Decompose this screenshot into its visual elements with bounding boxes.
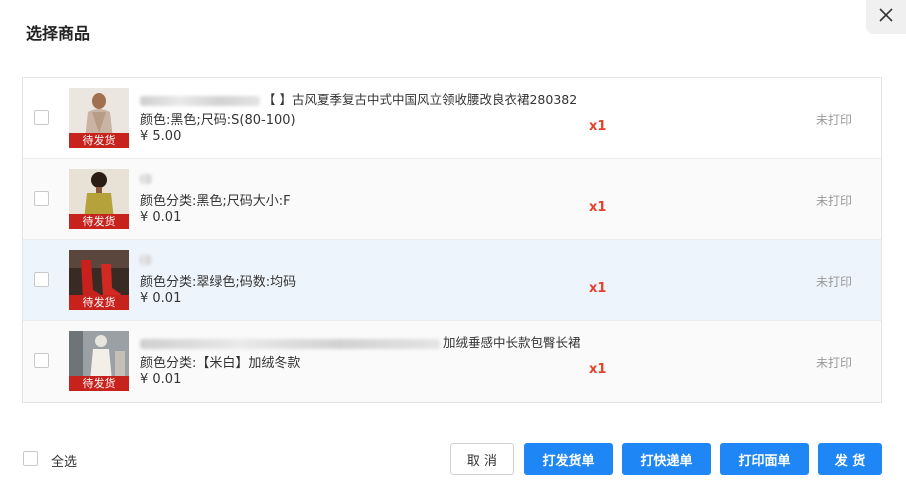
select-products-dialog: 选择商品 待发货 【 】古风夏季复古中式中国风立领收腰改良衣裙280382 颜色… [0,0,906,497]
product-price: ¥ 5.00 [140,129,182,144]
print-status: 未打印 [816,113,853,127]
product-row[interactable]: 待发货 【 】古风夏季复古中式中国风立领收腰改良衣裙280382 颜色:黑色;尺… [23,78,881,159]
product-name: 加绒垂感中长款包臀长裙 [140,332,581,351]
row-checkbox[interactable] [34,353,49,368]
product-name-text: 加绒垂感中长款包臀长裙 [443,335,581,350]
select-all-checkbox[interactable] [23,451,38,466]
close-icon [878,7,894,27]
print-status: 未打印 [816,356,853,370]
product-row[interactable]: 待发货 加绒垂感中长款包臀长裙 颜色分类:【米白】加绒冬款 ¥ 0.01 x1 … [23,321,881,402]
product-image: 待发货 [69,250,129,310]
product-spec: 颜色分类:黑色;尺码大小:F [140,194,291,209]
pending-ship-badge: 待发货 [69,376,129,391]
product-qty: x1 [589,119,607,134]
product-list: 待发货 【 】古风夏季复古中式中国风立领收腰改良衣裙280382 颜色:黑色;尺… [22,77,882,403]
product-name: 【 】古风夏季复古中式中国风立领收腰改良衣裙280382 [140,89,577,108]
print-status: 未打印 [816,275,853,289]
redacted-text [140,338,440,349]
product-name [140,170,155,185]
product-spec: 颜色:黑色;尺码:S(80-100) [140,113,296,128]
product-name [140,251,155,266]
dialog-title: 选择商品 [26,24,91,43]
product-image: 待发货 [69,331,129,391]
row-checkbox[interactable] [34,110,49,125]
print-waybill-button[interactable]: 打印面单 [720,443,809,475]
product-name-text: 【 】古风夏季复古中式中国风立领收腰改良衣裙280382 [263,92,578,107]
print-ship-order-button[interactable]: 打发货单 [524,443,613,475]
product-price: ¥ 0.01 [140,291,182,306]
print-status: 未打印 [816,194,853,208]
product-row[interactable]: 待发货 颜色分类:翠绿色;码数:均码 ¥ 0.01 x1 未打印 [23,240,881,321]
product-spec: 颜色分类:翠绿色;码数:均码 [140,275,297,290]
product-price: ¥ 0.01 [140,372,182,387]
product-qty: x1 [589,200,607,215]
close-button[interactable] [866,0,906,34]
pending-ship-badge: 待发货 [69,214,129,229]
redacted-text [140,173,152,184]
cancel-button[interactable]: 取 消 [450,443,514,475]
product-image: 待发货 [69,169,129,229]
print-express-button[interactable]: 打快递单 [622,443,711,475]
product-price: ¥ 0.01 [140,210,182,225]
row-checkbox[interactable] [34,191,49,206]
ship-button[interactable]: 发 货 [818,443,882,475]
pending-ship-badge: 待发货 [69,133,129,148]
product-row[interactable]: 待发货 颜色分类:黑色;尺码大小:F ¥ 0.01 x1 未打印 [23,159,881,240]
product-image: 待发货 [69,88,129,148]
pending-ship-badge: 待发货 [69,295,129,310]
redacted-text [140,254,152,265]
product-spec: 颜色分类:【米白】加绒冬款 [140,356,301,371]
product-qty: x1 [589,362,607,377]
row-checkbox[interactable] [34,272,49,287]
redacted-text [140,95,260,106]
select-all-label[interactable]: 全选 [51,451,77,470]
product-qty: x1 [589,281,607,296]
